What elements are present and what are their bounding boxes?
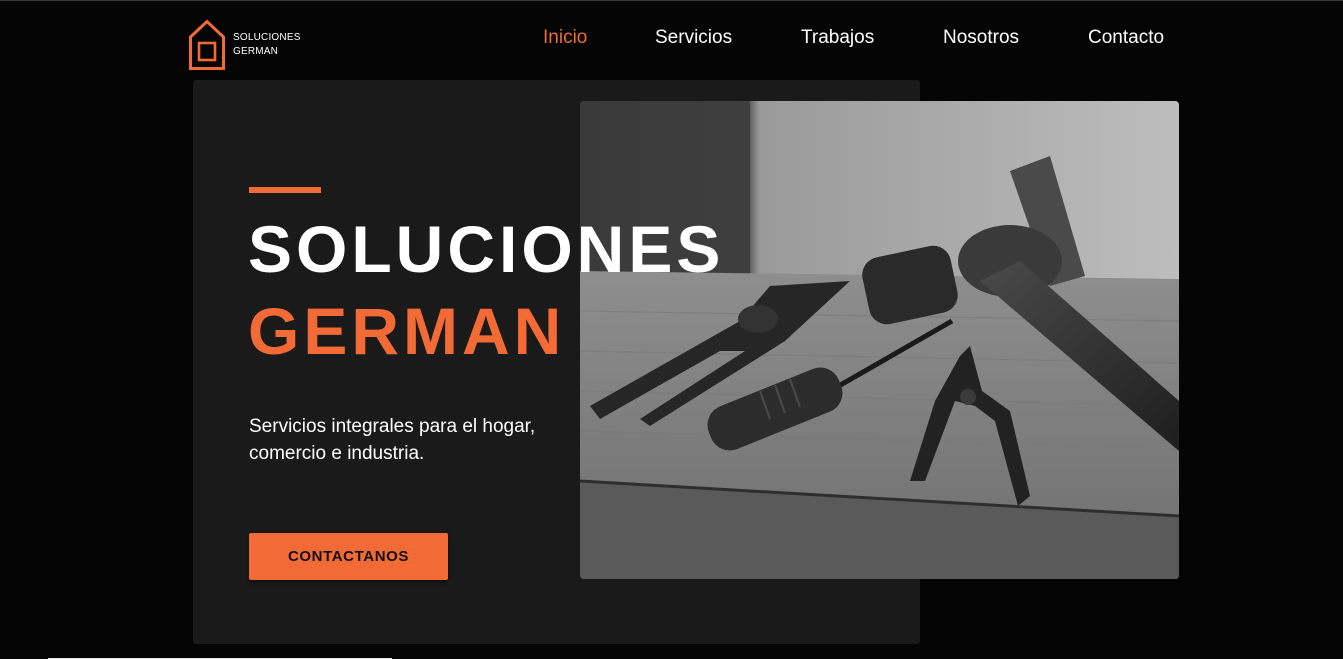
main-nav: Inicio Servicios Trabajos Nosotros Conta… [0, 26, 1343, 52]
contact-cta-button[interactable]: CONTACTANOS [249, 533, 448, 580]
title-accent-bar [249, 187, 321, 193]
tools-photo-illustration [580, 101, 1179, 579]
hero-subtitle: Servicios integrales para el hogar, come… [249, 416, 536, 464]
hero-title-line2: GERMAN [248, 294, 566, 368]
nav-item-inicio[interactable]: Inicio [543, 26, 587, 50]
page: SOLUCIONES GERMAN Inicio Servicios Traba… [0, 0, 1343, 659]
nav-item-contacto[interactable]: Contacto [1088, 26, 1164, 50]
nav-item-nosotros[interactable]: Nosotros [943, 26, 1019, 50]
hero-tools-image [580, 101, 1179, 579]
nav-item-trabajos[interactable]: Trabajos [801, 26, 874, 50]
nav-item-servicios[interactable]: Servicios [655, 26, 732, 50]
hero-title-line1: SOLUCIONES [248, 212, 725, 286]
